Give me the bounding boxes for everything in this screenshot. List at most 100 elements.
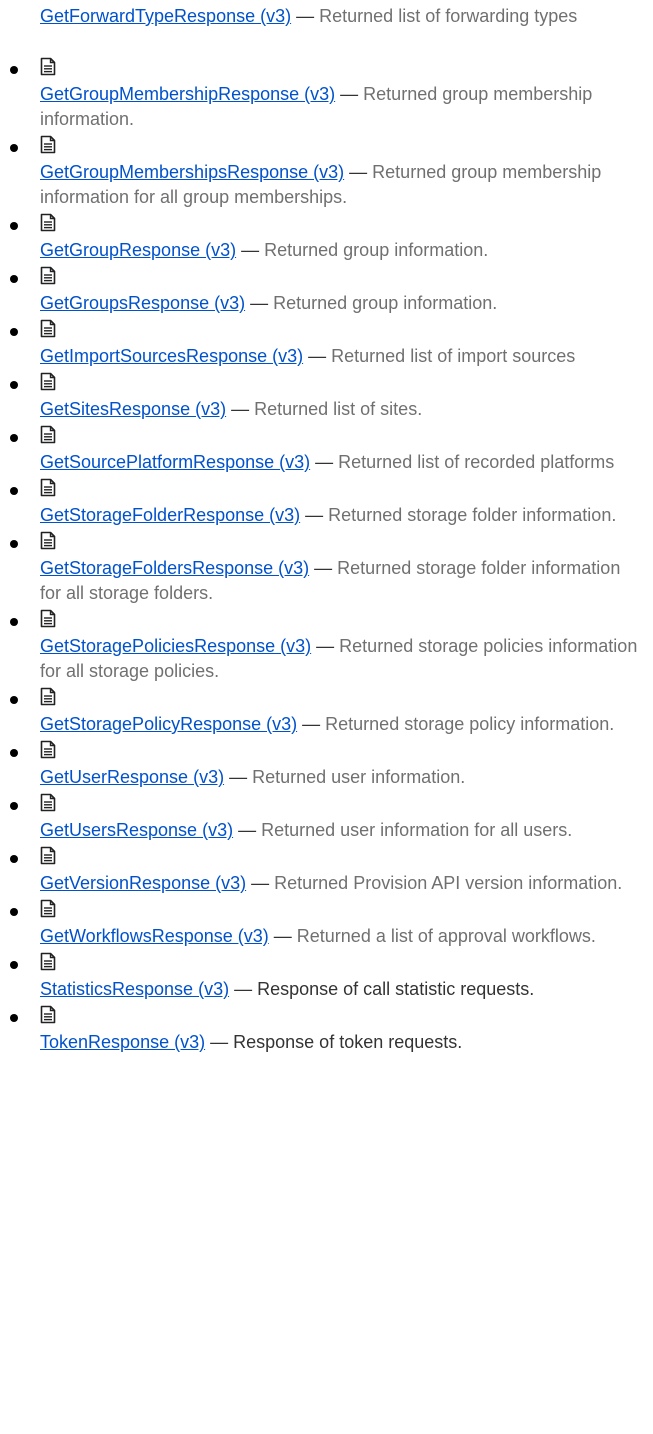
separator: — [305,505,324,525]
separator: — [308,346,327,366]
document-icon [40,899,56,924]
separator: — [251,873,270,893]
item-link[interactable]: GetGroupsResponse (v3) [40,293,245,313]
list-item-continued: GetForwardTypeResponse (v3) — Returned l… [40,4,645,29]
list-item: GetSourcePlatformResponse (v3) — Returne… [0,425,653,475]
list-item: GetGroupMembershipsResponse (v3) — Retur… [0,135,653,210]
item-link[interactable]: GetSitesResponse (v3) [40,399,226,419]
bullet [10,749,18,757]
separator: — [316,636,335,656]
document-icon [40,213,56,238]
document-icon [40,319,56,344]
list-item: GetStoragePolicyResponse (v3) — Returned… [0,687,653,737]
separator: — [349,162,368,182]
bullet [10,381,18,389]
document-icon [40,478,56,503]
item-link[interactable]: GetVersionResponse (v3) [40,873,246,893]
item-link[interactable]: TokenResponse (v3) [40,1032,205,1052]
list-item: GetWorkflowsResponse (v3) — Returned a l… [0,899,653,949]
item-link[interactable]: GetGroupMembershipsResponse (v3) [40,162,344,182]
list-item: GetGroupsResponse (v3) — Returned group … [0,266,653,316]
item-description: Returned Provision API version informati… [274,873,623,893]
item-description: Returned list of import sources [331,346,576,366]
response-list: GetGroupMembershipResponse (v3) — Return… [0,54,653,1055]
list-item: GetVersionResponse (v3) — Returned Provi… [0,846,653,896]
list-item: GetUsersResponse (v3) — Returned user in… [0,793,653,843]
list-item: GetGroupMembershipResponse (v3) — Return… [0,57,653,132]
item-link[interactable]: StatisticsResponse (v3) [40,979,229,999]
document-icon [40,425,56,450]
document-icon [40,1005,56,1030]
separator: — [315,452,334,472]
item-link[interactable]: GetGroupMembershipResponse (v3) [40,84,335,104]
bullet [10,144,18,152]
separator: — [340,84,359,104]
separator: — [302,714,321,734]
item-link[interactable]: GetSourcePlatformResponse (v3) [40,452,310,472]
separator: — [210,1032,229,1052]
bullet [10,275,18,283]
document-icon [40,609,56,634]
separator: — [296,6,315,26]
item-link[interactable]: GetStorageFolderResponse (v3) [40,505,300,525]
bullet [10,696,18,704]
list-item: GetGroupResponse (v3) — Returned group i… [0,213,653,263]
item-description: Response of call statistic requests. [257,979,535,999]
item-link[interactable]: GetStoragePolicyResponse (v3) [40,714,297,734]
bullet [10,855,18,863]
item-description: Returned list of recorded platforms [338,452,615,472]
item-description: Returned user information for all users. [261,820,573,840]
list-item: GetStoragePoliciesResponse (v3) — Return… [0,609,653,684]
item-link[interactable]: GetStoragePoliciesResponse (v3) [40,636,311,656]
bullet [10,434,18,442]
separator: — [250,293,269,313]
item-description: Returned list of forwarding types [319,6,578,26]
bullet [10,540,18,548]
item-link[interactable]: GetWorkflowsResponse (v3) [40,926,269,946]
document-icon [40,793,56,818]
item-description: Response of token requests. [233,1032,463,1052]
document-icon [40,687,56,712]
item-description: Returned group information. [264,240,489,260]
document-icon [40,531,56,556]
list-item: GetStorageFoldersResponse (v3) — Returne… [0,531,653,606]
item-description: Returned list of sites. [254,399,423,419]
separator: — [273,926,292,946]
list-item: StatisticsResponse (v3) — Response of ca… [0,952,653,1002]
document-icon [40,372,56,397]
item-link[interactable]: GetImportSourcesResponse (v3) [40,346,303,366]
list-item: TokenResponse (v3) — Response of token r… [0,1005,653,1055]
bullet [10,908,18,916]
list-item: GetImportSourcesResponse (v3) — Returned… [0,319,653,369]
bullet [10,961,18,969]
separator: — [231,399,250,419]
bullet [10,328,18,336]
document-icon [40,266,56,291]
item-description: Returned storage folder information. [328,505,617,525]
item-link[interactable]: GetUsersResponse (v3) [40,820,233,840]
bullet [10,487,18,495]
intro-link[interactable]: GetForwardTypeResponse (v3) [40,6,291,26]
list-item: GetUserResponse (v3) — Returned user inf… [0,740,653,790]
document-icon [40,846,56,871]
separator: — [229,767,248,787]
item-link[interactable]: GetUserResponse (v3) [40,767,224,787]
item-link[interactable]: GetGroupResponse (v3) [40,240,236,260]
separator: — [314,558,333,578]
document-icon [40,740,56,765]
item-description: Returned a list of approval workflows. [296,926,596,946]
bullet [10,618,18,626]
separator: — [238,820,257,840]
item-description: Returned group information. [273,293,498,313]
document-icon [40,952,56,977]
item-description: Returned user information. [252,767,466,787]
bullet [10,802,18,810]
bullet [10,66,18,74]
document-icon [40,135,56,160]
separator: — [234,979,253,999]
bullet [10,1014,18,1022]
page-content: GetForwardTypeResponse (v3) — Returned l… [0,0,653,1434]
bullet [10,222,18,230]
item-link[interactable]: GetStorageFoldersResponse (v3) [40,558,309,578]
list-item: GetSitesResponse (v3) — Returned list of… [0,372,653,422]
